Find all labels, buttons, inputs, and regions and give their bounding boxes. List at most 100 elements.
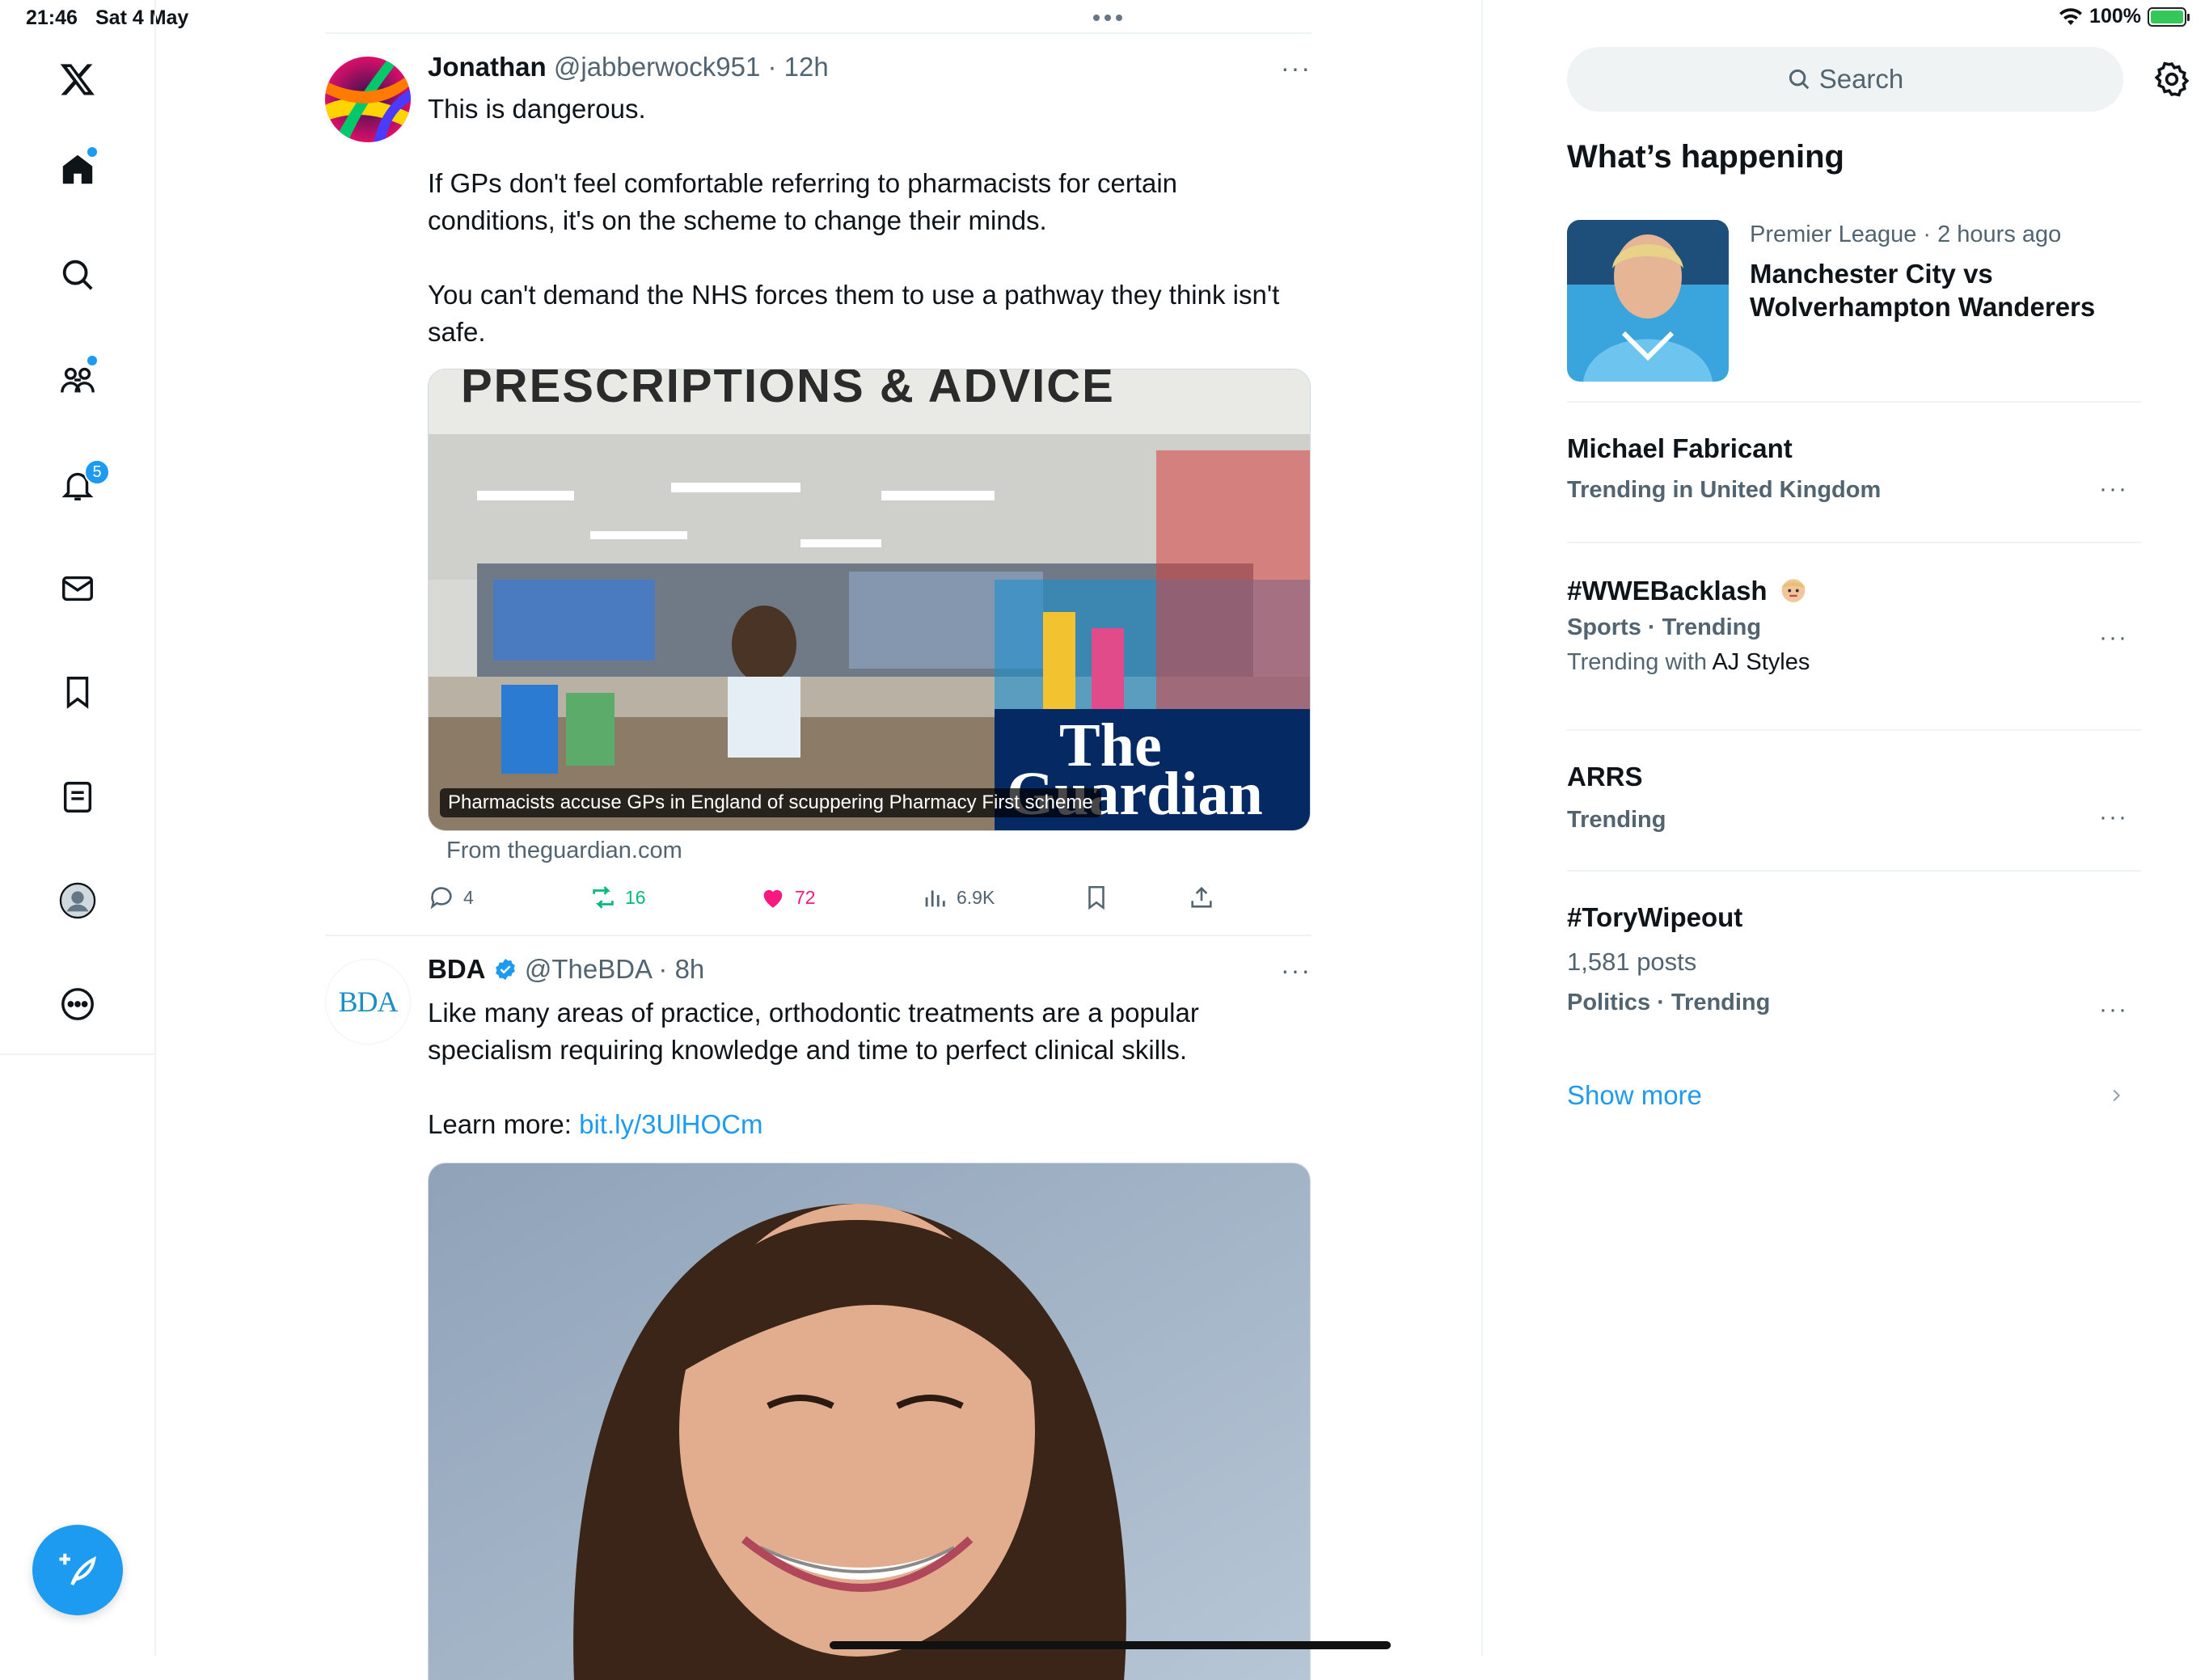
trend-title: ARRS — [1567, 762, 1643, 791]
trend-more-button[interactable]: ··· — [2099, 624, 2128, 652]
status-right: 100% — [2059, 5, 2190, 28]
chevron-right-icon — [2113, 1089, 2120, 1102]
lists-icon[interactable] — [57, 776, 99, 818]
learn-more-link[interactable]: bit.ly/3UlHOCm — [579, 1109, 762, 1139]
bda-avatar[interactable]: BDA — [325, 959, 411, 1045]
featured-trend[interactable]: Premier League · 2 hours ago Manchester … — [1567, 220, 2141, 390]
battery-icon — [2148, 6, 2190, 27]
compose-button[interactable] — [32, 1525, 123, 1615]
tweet-text: This is dangerous. If GPs don't feel com… — [428, 91, 1285, 351]
pharmacy-photo: PRESCRIPTIONS & ADVICE The Guardian — [429, 369, 1310, 830]
sidebar-divider — [0, 1053, 156, 1055]
previous-tweet-actions — [1093, 0, 1295, 21]
trend-divider — [1567, 542, 2141, 543]
reply-count: 4 — [463, 886, 474, 908]
trend-item[interactable]: #ToryWipeout 1,581 posts Politics · Tren… — [1567, 902, 2141, 1032]
share-icon — [1191, 886, 1212, 908]
trend-item[interactable]: #WWEBacklash Sports · Trending Trending … — [1567, 574, 2141, 695]
tweet-time: · 8h — [658, 954, 705, 984]
trend-title: #WWEBacklash — [1567, 576, 1768, 606]
search-input[interactable]: Search — [1567, 47, 2123, 112]
battery-percent: 100% — [2089, 5, 2141, 27]
retweet-count: 16 — [625, 886, 646, 908]
featured-trend-image — [1567, 220, 1729, 382]
featured-trend-title: Manchester City vs Wolverhampton Wandere… — [1750, 259, 2096, 322]
trend-more-button[interactable]: ··· — [2099, 996, 2128, 1024]
tweet-divider — [325, 935, 1311, 936]
feed-top-divider — [325, 32, 1311, 34]
views-icon — [925, 890, 945, 907]
compose-feather-icon — [59, 1553, 96, 1586]
verified-badge-icon — [495, 958, 515, 981]
avatar[interactable] — [325, 57, 411, 142]
mail-icon[interactable] — [57, 568, 99, 610]
trend-extra-prefix: Trending with — [1567, 649, 1713, 675]
like-button[interactable]: 72 — [759, 884, 816, 911]
x-logo-icon[interactable] — [57, 58, 99, 100]
bookmark-icon[interactable] — [57, 671, 99, 713]
bookmark-icon — [1088, 885, 1104, 910]
trend-context: Trending in United Kingdom — [1567, 477, 1882, 503]
tweet-more-button[interactable]: ··· — [1281, 956, 1311, 986]
tweet-header: Jonathan @jabberwock951 · 12h — [428, 52, 829, 82]
trend-context: Trending — [1567, 807, 1666, 833]
retweet-icon — [593, 886, 614, 909]
more-dots-icon[interactable] — [1092, 13, 1124, 23]
more-circle-icon[interactable] — [57, 983, 99, 1025]
search-placeholder: Search — [1818, 64, 1904, 94]
wifi-icon — [2059, 7, 2083, 25]
rainbow-avatar-image — [325, 57, 411, 142]
featured-trend-context: Premier League · 2 hours ago — [1750, 222, 2062, 247]
profile-avatar-icon[interactable] — [57, 880, 99, 922]
trend-divider — [1567, 401, 2141, 403]
tweet-learn-more: Learn more: bit.ly/3UlHOCm — [428, 1106, 1285, 1143]
trend-extra-name[interactable]: AJ Styles — [1712, 649, 1810, 675]
pharmacy-sign-text: PRESCRIPTIONS & ADVICE — [461, 369, 1115, 412]
tweet-paragraph: This is dangerous. — [428, 94, 646, 124]
author-handle[interactable]: @jabberwock951 — [554, 52, 760, 82]
whats-happening-heading: What’s happening — [1567, 139, 1844, 175]
trend-posts: 1,581 posts — [1567, 948, 1697, 976]
trend-context: Sports · Trending — [1567, 614, 1762, 640]
views-button[interactable]: 6.9K — [921, 884, 995, 911]
trend-more-button[interactable]: ··· — [2099, 804, 2128, 831]
footballer-photo — [1567, 220, 1729, 382]
feed-right-border — [1481, 0, 1483, 1656]
like-count: 72 — [795, 886, 816, 908]
home-new-dot — [87, 147, 97, 157]
link-card-caption[interactable]: Pharmacists accuse GPs in England of scu… — [440, 788, 1101, 817]
show-more-link[interactable]: Show more — [1567, 1080, 2141, 1121]
link-card-image[interactable]: PRESCRIPTIONS & ADVICE The Guardian Phar… — [428, 369, 1311, 831]
author-handle[interactable]: @TheBDA — [525, 954, 651, 984]
search-icon[interactable] — [57, 254, 99, 296]
tweet-paragraph: Like many areas of practice, orthodontic… — [428, 998, 1199, 1065]
timeline: Jonathan @jabberwock951 · 12h ··· This i… — [325, 0, 1311, 1680]
bookmark-button[interactable] — [1083, 884, 1110, 911]
trend-title: Michael Fabricant — [1567, 433, 1793, 463]
tweet-actions: 4 16 72 6.9K — [428, 884, 1285, 916]
communities-new-dot — [87, 356, 97, 365]
trend-extra: Trending with AJ Styles — [1567, 649, 2141, 676]
home-indicator[interactable] — [830, 1641, 1391, 1649]
share-button[interactable] — [1188, 884, 1215, 911]
learn-more-label: Learn more: — [428, 1109, 580, 1139]
trend-divider — [1567, 870, 2141, 872]
trend-title: #ToryWipeout — [1567, 902, 1743, 932]
retweet-button[interactable]: 16 — [589, 884, 646, 911]
tweet-more-button[interactable]: ··· — [1281, 53, 1311, 83]
trend-divider — [1567, 729, 2141, 731]
settings-gear-icon[interactable] — [2152, 60, 2191, 99]
trend-item[interactable]: Michael Fabricant Trending in United Kin… — [1567, 433, 2141, 514]
woman-smiling-photo — [429, 1163, 1310, 1680]
link-source[interactable]: From theguardian.com — [446, 838, 682, 864]
trend-more-button[interactable]: ··· — [2099, 475, 2128, 503]
search-icon — [1789, 69, 1810, 90]
bda-avatar-text: BDA — [338, 986, 398, 1018]
author-name[interactable]: BDA — [428, 954, 486, 984]
reply-button[interactable]: 4 — [428, 884, 474, 911]
heart-icon — [763, 889, 783, 908]
author-name[interactable]: Jonathan — [428, 52, 547, 82]
tweet-image[interactable] — [428, 1163, 1311, 1680]
show-more-label: Show more — [1567, 1080, 1702, 1110]
trend-item[interactable]: ARRS Trending ··· — [1567, 762, 2141, 842]
